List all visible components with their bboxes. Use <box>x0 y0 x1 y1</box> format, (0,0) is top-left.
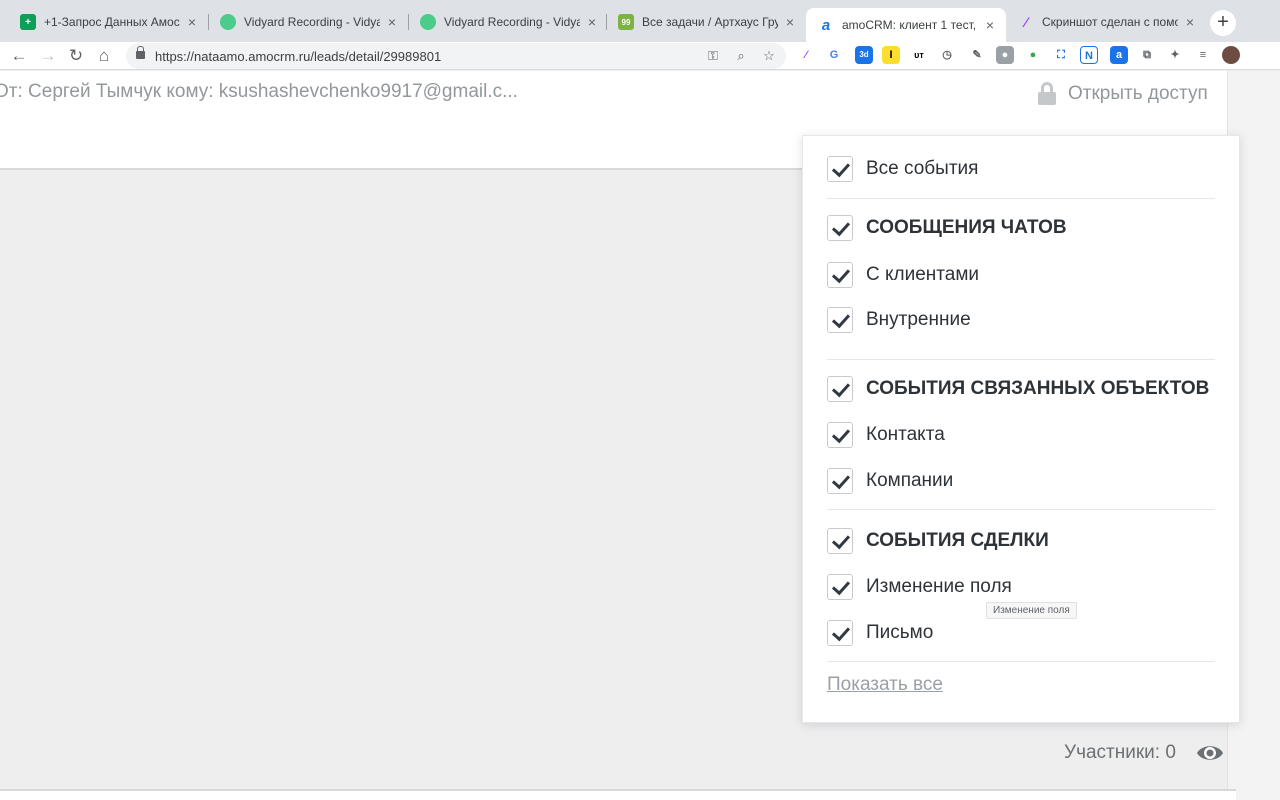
close-tab-icon[interactable]: × <box>782 14 798 30</box>
filter-label: Письмо <box>866 622 934 643</box>
vidyard-extension-icon[interactable]: ● <box>1024 46 1042 64</box>
translate-extension-icon[interactable]: G <box>825 46 843 64</box>
amo-extension-icon[interactable]: a <box>1110 46 1128 64</box>
checkbox-checked[interactable] <box>827 422 853 448</box>
close-tab-icon[interactable]: × <box>184 14 200 30</box>
zoom-icon[interactable]: ⌕ <box>732 47 750 65</box>
tasks-icon: 99 <box>618 14 634 30</box>
filter-label: Изменение поля <box>866 576 1012 597</box>
close-tab-icon[interactable]: × <box>384 14 400 30</box>
sheets-icon: + <box>20 14 36 30</box>
tab-title: Vidyard Recording - Vidyard <box>244 15 380 29</box>
new-tab-button[interactable]: + <box>1210 10 1236 36</box>
tab-title: Скриншот сделан с помощ <box>1042 15 1178 29</box>
checkbox-checked[interactable] <box>827 528 853 554</box>
filter-contact[interactable]: Контакта <box>827 421 945 449</box>
media-icon[interactable]: ≡ <box>1194 46 1212 64</box>
capture-extension-icon[interactable]: ⧉ <box>1138 46 1156 64</box>
home-icon[interactable]: ⌂ <box>93 45 115 67</box>
divider <box>827 509 1215 510</box>
filter-chat-messages[interactable]: СООБЩЕНИЯ ЧАТОВ <box>827 214 1067 242</box>
filter-label: С клиентами <box>866 264 980 285</box>
checkbox-checked[interactable] <box>827 376 853 402</box>
filter-label: Внутренние <box>866 309 971 330</box>
lock-icon <box>136 46 145 59</box>
filter-company[interactable]: Компании <box>827 467 953 495</box>
eye-icon[interactable] <box>1196 741 1224 765</box>
filter-label: Все события <box>866 158 979 179</box>
checkbox-checked[interactable] <box>827 215 853 241</box>
scan-extension-icon[interactable]: ⛶ <box>1052 46 1070 64</box>
browser-tab[interactable]: + +1-Запрос Данных Амосрм × <box>8 9 208 35</box>
browser-tab[interactable]: 99 Все задачи / Артхаус Групп × <box>606 9 806 35</box>
key-icon[interactable]: ⚿ <box>704 47 722 65</box>
back-icon[interactable]: ← <box>8 45 30 67</box>
amocrm-icon: a <box>821 16 831 34</box>
filter-deal-events[interactable]: СОБЫТИЯ СДЕЛКИ <box>827 527 1049 555</box>
i-extension-icon[interactable]: I <box>882 46 900 64</box>
filter-related-objects[interactable]: СОБЫТИЯ СВЯЗАННЫХ ОБЪЕКТОВ <box>827 375 1209 403</box>
email-from-line: От: Сергей Тымчук кому: ksushashevchenko… <box>0 81 518 102</box>
tab-strip: + +1-Запрос Данных Амосрм × Vidyard Reco… <box>0 0 1280 42</box>
checkbox-checked[interactable] <box>827 574 853 600</box>
close-tab-icon[interactable]: × <box>982 17 998 33</box>
browser-tab[interactable]: Vidyard Recording - Vidyard × <box>408 9 608 35</box>
filter-all-events[interactable]: Все события <box>827 155 978 183</box>
unlock-icon <box>1038 82 1058 106</box>
checkbox-checked[interactable] <box>827 262 853 288</box>
composer-edge <box>0 789 1236 800</box>
checkbox-checked[interactable] <box>827 156 853 182</box>
person-extension-icon[interactable]: ● <box>996 46 1014 64</box>
vidyard-icon <box>220 14 236 30</box>
checkbox-checked[interactable] <box>827 620 853 646</box>
browser-tab-active[interactable]: a amoCRM: клиент 1 тест, спр × <box>806 8 1006 42</box>
close-tab-icon[interactable]: × <box>1182 14 1198 30</box>
close-tab-icon[interactable]: × <box>584 14 600 30</box>
n-extension-icon[interactable]: N <box>1080 46 1098 64</box>
pen-extension-icon[interactable]: ✎ <box>968 46 986 64</box>
checkbox-checked[interactable] <box>827 468 853 494</box>
browser-tab[interactable]: ⁄ Скриншот сделан с помощ × <box>1006 9 1206 35</box>
divider <box>827 359 1215 360</box>
participants-label: Участники: 0 <box>1064 742 1176 763</box>
checkbox-checked[interactable] <box>827 307 853 333</box>
url-text: https://nataamo.amocrm.ru/leads/detail/2… <box>155 49 442 64</box>
vidyard-icon <box>420 14 436 30</box>
tab-title: Все задачи / Артхаус Групп <box>642 15 778 29</box>
clock-extension-icon[interactable]: ◷ <box>938 46 956 64</box>
filter-letter[interactable]: Письмо <box>827 619 933 647</box>
reload-icon[interactable]: ↻ <box>65 45 87 67</box>
filter-internal[interactable]: Внутренние <box>827 306 971 334</box>
participants[interactable]: Участники: 0 <box>1064 741 1224 765</box>
feather-icon: ⁄ <box>1024 14 1028 30</box>
browser-tab[interactable]: Vidyard Recording - Vidyard × <box>208 9 408 35</box>
filter-group-label: СООБЩЕНИЯ ЧАТОВ <box>866 217 1067 238</box>
tab-title: Vidyard Recording - Vidyard <box>444 15 580 29</box>
filter-group-label: СОБЫТИЯ СДЕЛКИ <box>866 530 1049 551</box>
address-bar[interactable]: https://nataamo.amocrm.ru/leads/detail/2… <box>126 43 786 69</box>
3d-extension-icon[interactable]: 3d <box>855 46 873 64</box>
filter-group-label: СОБЫТИЯ СВЯЗАННЫХ ОБЪЕКТОВ <box>866 378 1210 399</box>
feather-extension-icon[interactable]: ⁄ <box>797 46 815 64</box>
filter-label: Компании <box>866 470 954 491</box>
show-all-link[interactable]: Показать все <box>827 674 943 696</box>
divider <box>827 198 1215 199</box>
divider <box>827 661 1215 662</box>
open-access-label: Открыть доступ <box>1068 83 1208 104</box>
open-access-button[interactable]: Открыть доступ <box>1038 82 1208 106</box>
text-extension-icon[interactable]: ᴜᴛ <box>910 46 928 64</box>
tab-title: amoCRM: клиент 1 тест, спр <box>842 18 978 32</box>
profile-avatar[interactable] <box>1222 46 1240 64</box>
forward-icon[interactable]: → <box>37 45 59 67</box>
tab-title: +1-Запрос Данных Амосрм <box>44 15 180 29</box>
star-icon[interactable]: ☆ <box>760 47 778 65</box>
puzzle-extension-icon[interactable]: ✦ <box>1166 46 1184 64</box>
filter-label: Контакта <box>866 424 945 445</box>
filter-with-clients[interactable]: С клиентами <box>827 261 979 289</box>
tooltip: Изменение поля <box>986 602 1077 619</box>
event-filter-dropdown: Все события СООБЩЕНИЯ ЧАТОВ С клиентами … <box>802 135 1240 723</box>
filter-field-change[interactable]: Изменение поля <box>827 573 1012 601</box>
